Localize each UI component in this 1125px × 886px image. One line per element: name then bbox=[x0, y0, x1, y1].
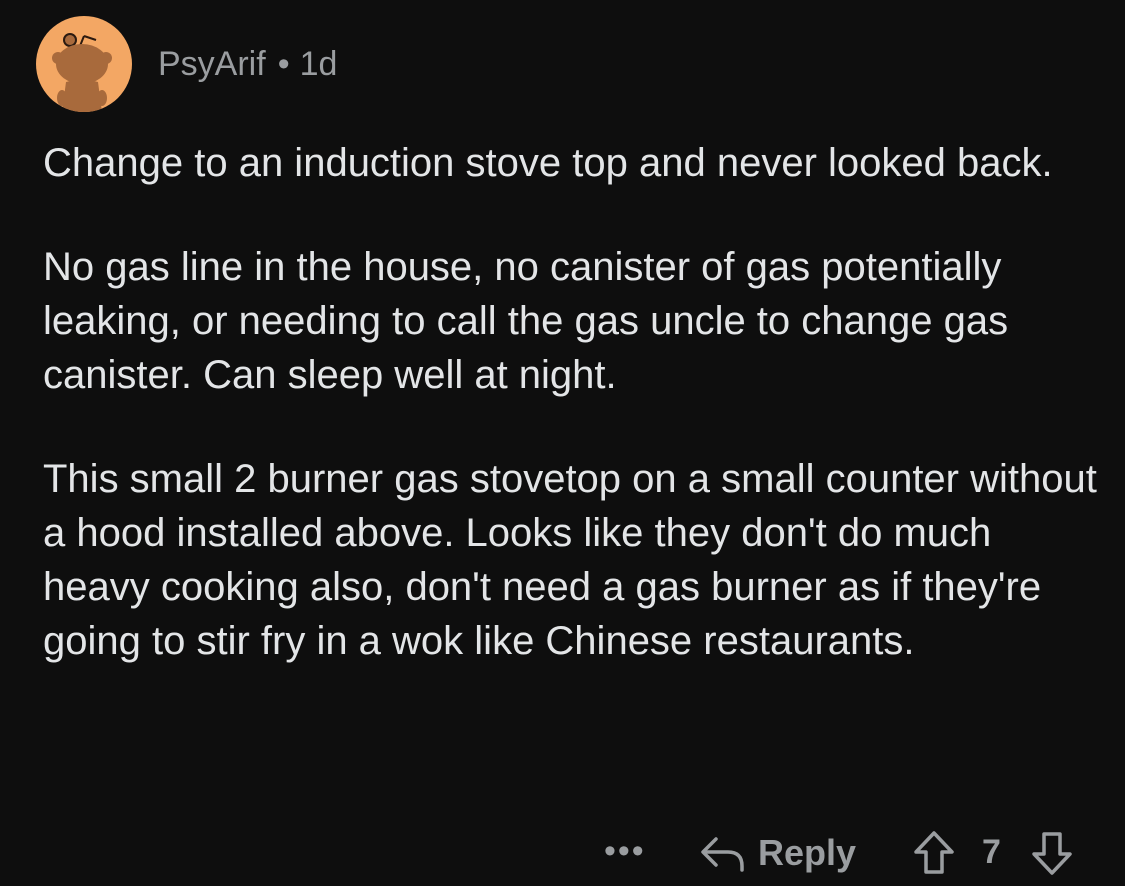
snoo-icon bbox=[52, 33, 112, 112]
upvote-button[interactable] bbox=[912, 830, 956, 881]
comment-meta: PsyArif • 1d bbox=[158, 44, 337, 84]
comment-age: 1d bbox=[299, 45, 338, 83]
reply-button[interactable]: Reply bbox=[700, 828, 856, 878]
comment-paragraph: No gas line in the house, no canister of… bbox=[43, 245, 1009, 397]
downvote-arrow-icon bbox=[1032, 832, 1072, 875]
vote-score: 7 bbox=[982, 833, 1001, 871]
comment-body: Change to an induction stove top and nev… bbox=[43, 136, 1103, 718]
comment-actions: ••• Reply 7 bbox=[0, 826, 1125, 880]
comment-paragraph: This small 2 burner gas stovetop on a sm… bbox=[43, 457, 1097, 663]
reply-label: Reply bbox=[758, 832, 857, 873]
more-options-button[interactable]: ••• bbox=[604, 834, 646, 868]
author-avatar[interactable] bbox=[36, 16, 132, 112]
reply-arrow-icon bbox=[701, 837, 744, 872]
author-name[interactable]: PsyArif bbox=[158, 45, 266, 83]
upvote-arrow-icon bbox=[914, 831, 954, 874]
meta-separator: • bbox=[277, 45, 290, 83]
downvote-button[interactable] bbox=[1030, 830, 1074, 881]
comment-paragraph: Change to an induction stove top and nev… bbox=[43, 141, 1053, 185]
